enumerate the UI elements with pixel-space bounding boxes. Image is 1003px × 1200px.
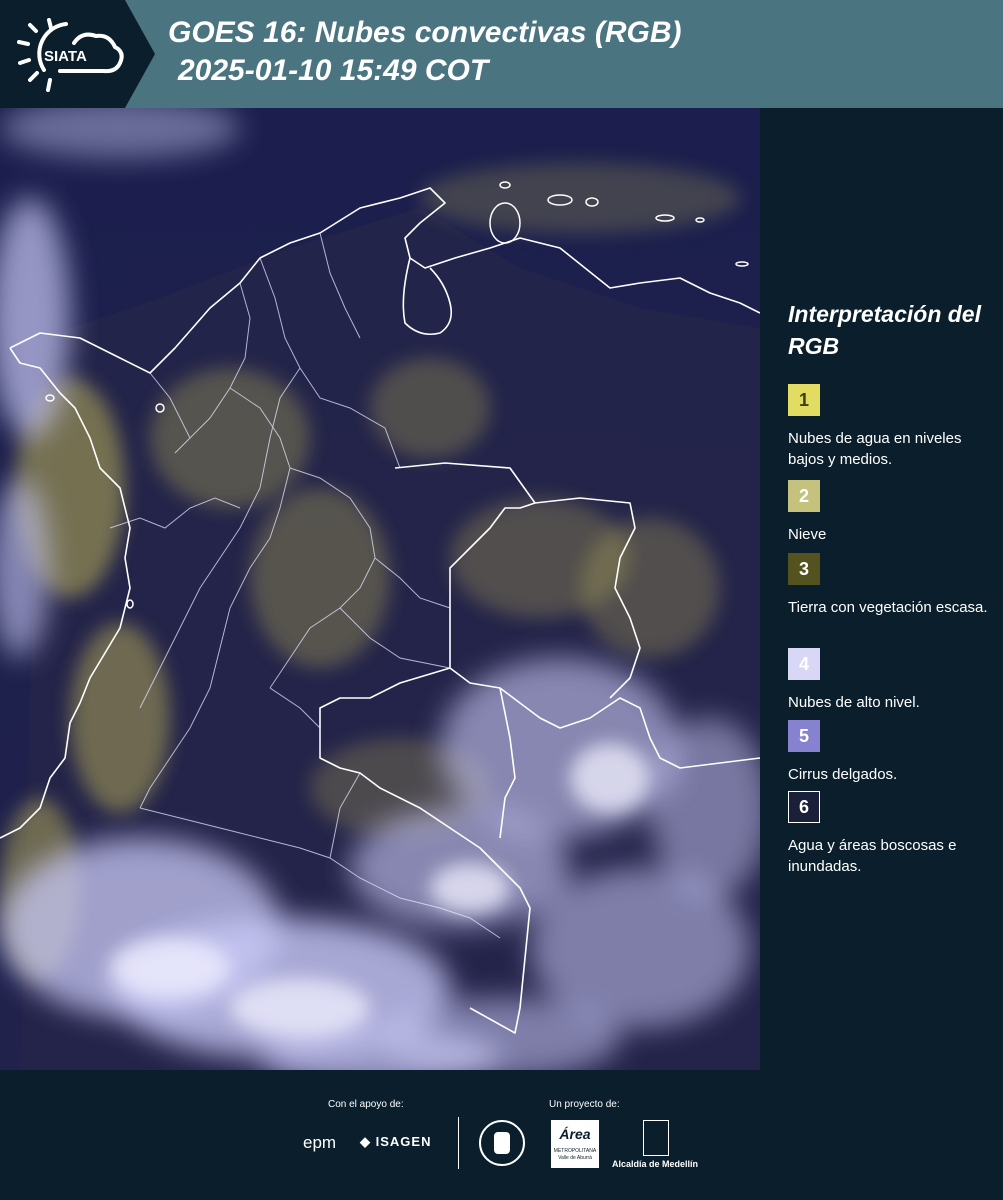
legend-item-4: 4 Nubes de alto nivel. (788, 648, 993, 713)
legend-swatch-3: 3 (788, 553, 820, 585)
epm-logo[interactable]: epm (303, 1133, 336, 1153)
legend-item-5: 5 Cirrus delgados. (788, 720, 993, 785)
area-logo-sub: METROPOLITANA Valle de Aburrá (553, 1148, 597, 1161)
medellin-seal-icon[interactable] (479, 1120, 525, 1166)
isagen-label: ISAGEN (375, 1134, 432, 1149)
legend-label-1: Nubes de agua en niveles bajos y medios. (788, 430, 962, 468)
legend-title: Interpretación del RGB (788, 301, 981, 359)
isagen-mark-icon: ◆ (360, 1134, 376, 1149)
legend-swatch-1: 1 (788, 384, 820, 416)
legend-label-4: Nubes de alto nivel. (788, 694, 920, 711)
footer-bar: Con el apoyo de: Un proyecto de: epm ◆ I… (0, 1070, 1003, 1200)
support-caption: Con el apoyo de: (328, 1099, 404, 1110)
area-logo-text: Área (559, 1126, 591, 1142)
legend-swatch-5: 5 (788, 720, 820, 752)
area-metropolitana-logo[interactable]: Área METROPOLITANA Valle de Aburrá (551, 1120, 599, 1168)
satellite-image[interactable] (0, 108, 760, 1070)
svg-text:SIATA: SIATA (44, 48, 87, 65)
rgb-composite-map (0, 108, 760, 1070)
alcaldia-logo-label[interactable]: Alcaldía de Medellín (612, 1159, 698, 1169)
legend-label-2: Nieve (788, 526, 827, 543)
title-product: GOES 16: Nubes convectivas (RGB) (168, 16, 682, 49)
project-caption: Un proyecto de: (549, 1099, 620, 1110)
page-title: GOES 16: Nubes convectivas (RGB) 2025-01… (168, 14, 682, 90)
legend-panel: Interpretación del RGB 1 Nubes de agua e… (760, 108, 1003, 1070)
legend-swatch-6: 6 (788, 791, 820, 823)
legend-item-1: 1 Nubes de agua en niveles bajos y medio… (788, 384, 993, 470)
header-bar: SIATA GOES 16: Nubes convectivas (RGB) 2… (0, 0, 1003, 108)
sun-cloud-icon: SIATA (17, 18, 124, 92)
legend-label-6: Agua y áreas boscosas e inundadas. (788, 837, 957, 875)
title-timestamp: 2025-01-10 15:49 COT (178, 54, 489, 87)
legend-label-5: Cirrus delgados. (788, 766, 898, 783)
legend-label-3: Tierra con vegetación escasa. (788, 599, 988, 616)
logo-divider (458, 1117, 459, 1169)
legend-item-6: 6 Agua y áreas boscosas e inundadas. (788, 791, 993, 877)
legend-swatch-2: 2 (788, 480, 820, 512)
isagen-logo[interactable]: ◆ ISAGEN (360, 1134, 431, 1150)
legend-item-2: 2 Nieve (788, 480, 993, 545)
legend-item-3: 3 Tierra con vegetación escasa. (788, 553, 993, 618)
legend-swatch-4: 4 (788, 648, 820, 680)
siata-logo[interactable]: SIATA (0, 0, 155, 108)
alcaldia-shield-icon (643, 1120, 669, 1156)
